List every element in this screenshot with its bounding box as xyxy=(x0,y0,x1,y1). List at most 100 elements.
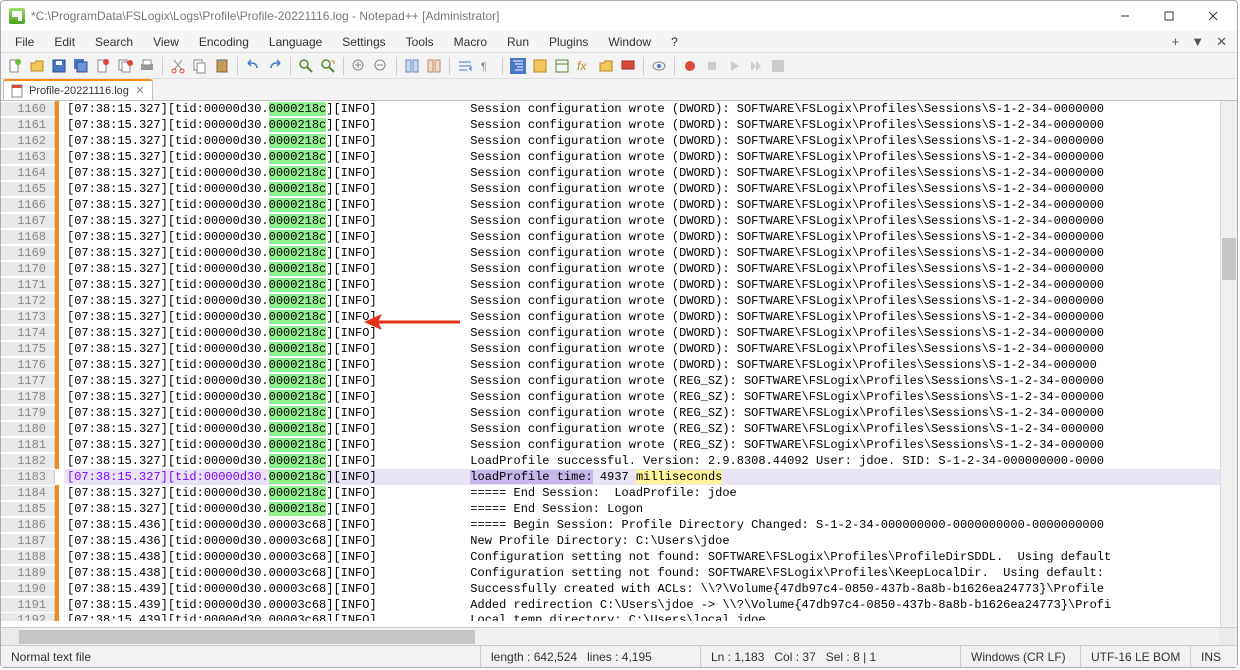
log-line[interactable]: 1176[07:38:15.327][tid:00000d30.0000218c… xyxy=(1,357,1237,373)
line-number: 1172 xyxy=(1,294,55,308)
tab-close-icon[interactable]: ✕ xyxy=(134,85,146,97)
paste-icon[interactable] xyxy=(212,56,232,76)
menu-window[interactable]: Window xyxy=(598,33,661,51)
horizontal-scrollbar[interactable] xyxy=(1,627,1237,645)
word-wrap-icon[interactable] xyxy=(455,56,475,76)
log-line[interactable]: 1168[07:38:15.327][tid:00000d30.0000218c… xyxy=(1,229,1237,245)
line-number: 1184 xyxy=(1,486,55,500)
menu-[interactable]: ? xyxy=(661,33,688,51)
log-line[interactable]: 1170[07:38:15.327][tid:00000d30.0000218c… xyxy=(1,261,1237,277)
log-line[interactable]: 1167[07:38:15.327][tid:00000d30.0000218c… xyxy=(1,213,1237,229)
file-tab[interactable]: Profile-20221116.log ✕ xyxy=(3,79,153,100)
play-icon[interactable] xyxy=(724,56,744,76)
replace-icon[interactable] xyxy=(318,56,338,76)
close-button[interactable] xyxy=(1191,2,1235,30)
maximize-button[interactable] xyxy=(1147,2,1191,30)
line-number: 1182 xyxy=(1,454,55,468)
doc-map-icon[interactable] xyxy=(552,56,572,76)
folder-icon[interactable] xyxy=(596,56,616,76)
zoom-out-icon[interactable] xyxy=(371,56,391,76)
log-line[interactable]: 1189[07:38:15.438][tid:00000d30.00003c68… xyxy=(1,565,1237,581)
zoom-in-icon[interactable] xyxy=(349,56,369,76)
save-macro-icon[interactable] xyxy=(768,56,788,76)
line-content: [07:38:15.327][tid:00000d30.0000218c][IN… xyxy=(65,134,1237,148)
log-line[interactable]: 1171[07:38:15.327][tid:00000d30.0000218c… xyxy=(1,277,1237,293)
new-file-icon[interactable] xyxy=(5,56,25,76)
sync-scroll-icon[interactable] xyxy=(402,56,422,76)
menu-search[interactable]: Search xyxy=(85,33,143,51)
save-icon[interactable] xyxy=(49,56,69,76)
log-line[interactable]: 1186[07:38:15.436][tid:00000d30.00003c68… xyxy=(1,517,1237,533)
log-line[interactable]: 1174[07:38:15.327][tid:00000d30.0000218c… xyxy=(1,325,1237,341)
log-line[interactable]: 1173[07:38:15.327][tid:00000d30.0000218c… xyxy=(1,309,1237,325)
sync-scroll2-icon[interactable] xyxy=(424,56,444,76)
open-file-icon[interactable] xyxy=(27,56,47,76)
line-number: 1171 xyxy=(1,278,55,292)
line-content: [07:38:15.327][tid:00000d30.0000218c][IN… xyxy=(65,406,1237,420)
menu-tools[interactable]: Tools xyxy=(396,33,444,51)
line-number: 1183 xyxy=(1,470,55,484)
line-content: [07:38:15.438][tid:00000d30.00003c68][IN… xyxy=(65,550,1237,564)
toolbar: ¶ fx xyxy=(1,53,1237,79)
find-icon[interactable] xyxy=(296,56,316,76)
menu-plus-icon[interactable]: + xyxy=(1166,34,1186,49)
log-line[interactable]: 1163[07:38:15.327][tid:00000d30.0000218c… xyxy=(1,149,1237,165)
log-line[interactable]: 1191[07:38:15.439][tid:00000d30.00003c68… xyxy=(1,597,1237,613)
log-line[interactable]: 1162[07:38:15.327][tid:00000d30.0000218c… xyxy=(1,133,1237,149)
save-all-icon[interactable] xyxy=(71,56,91,76)
log-line[interactable]: 1182[07:38:15.327][tid:00000d30.0000218c… xyxy=(1,453,1237,469)
log-line[interactable]: 1192[07:38:15.439][tid:00000d30.00003c68… xyxy=(1,613,1237,621)
record-icon[interactable] xyxy=(680,56,700,76)
log-line[interactable]: 1179[07:38:15.327][tid:00000d30.0000218c… xyxy=(1,405,1237,421)
editor[interactable]: 1160[07:38:15.327][tid:00000d30.0000218c… xyxy=(1,101,1237,645)
eye-icon[interactable] xyxy=(649,56,669,76)
log-line[interactable]: 1184[07:38:15.327][tid:00000d30.0000218c… xyxy=(1,485,1237,501)
close-all-icon[interactable] xyxy=(115,56,135,76)
menu-dropdown-icon[interactable]: ▼ xyxy=(1185,34,1210,49)
menu-view[interactable]: View xyxy=(143,33,189,51)
menu-settings[interactable]: Settings xyxy=(332,33,395,51)
lang-icon[interactable] xyxy=(530,56,550,76)
menu-language[interactable]: Language xyxy=(259,33,332,51)
log-line[interactable]: 1169[07:38:15.327][tid:00000d30.0000218c… xyxy=(1,245,1237,261)
log-line[interactable]: 1177[07:38:15.327][tid:00000d30.0000218c… xyxy=(1,373,1237,389)
log-line[interactable]: 1172[07:38:15.327][tid:00000d30.0000218c… xyxy=(1,293,1237,309)
line-number: 1180 xyxy=(1,422,55,436)
log-line[interactable]: 1185[07:38:15.327][tid:00000d30.0000218c… xyxy=(1,501,1237,517)
menu-plugins[interactable]: Plugins xyxy=(539,33,598,51)
log-line[interactable]: 1187[07:38:15.436][tid:00000d30.00003c68… xyxy=(1,533,1237,549)
log-line[interactable]: 1165[07:38:15.327][tid:00000d30.0000218c… xyxy=(1,181,1237,197)
menu-file[interactable]: File xyxy=(5,33,44,51)
copy-icon[interactable] xyxy=(190,56,210,76)
playfast-icon[interactable] xyxy=(746,56,766,76)
minimize-button[interactable] xyxy=(1103,2,1147,30)
log-line[interactable]: 1190[07:38:15.439][tid:00000d30.00003c68… xyxy=(1,581,1237,597)
log-line[interactable]: 1178[07:38:15.327][tid:00000d30.0000218c… xyxy=(1,389,1237,405)
log-line[interactable]: 1183[07:38:15.327][tid:00000d30.0000218c… xyxy=(1,469,1237,485)
close-file-icon[interactable] xyxy=(93,56,113,76)
undo-icon[interactable] xyxy=(243,56,263,76)
menu-run[interactable]: Run xyxy=(497,33,539,51)
func-list-icon[interactable]: fx xyxy=(574,56,594,76)
monitor-icon[interactable] xyxy=(618,56,638,76)
change-marker xyxy=(55,549,65,565)
stop-icon[interactable] xyxy=(702,56,722,76)
vertical-scrollbar[interactable] xyxy=(1220,101,1237,627)
log-line[interactable]: 1188[07:38:15.438][tid:00000d30.00003c68… xyxy=(1,549,1237,565)
all-chars-icon[interactable]: ¶ xyxy=(477,56,497,76)
redo-icon[interactable] xyxy=(265,56,285,76)
menu-close-icon[interactable]: ✕ xyxy=(1210,34,1233,50)
log-line[interactable]: 1161[07:38:15.327][tid:00000d30.0000218c… xyxy=(1,117,1237,133)
menu-edit[interactable]: Edit xyxy=(44,33,85,51)
print-icon[interactable] xyxy=(137,56,157,76)
log-line[interactable]: 1164[07:38:15.327][tid:00000d30.0000218c… xyxy=(1,165,1237,181)
cut-icon[interactable] xyxy=(168,56,188,76)
log-line[interactable]: 1180[07:38:15.327][tid:00000d30.0000218c… xyxy=(1,421,1237,437)
log-line[interactable]: 1166[07:38:15.327][tid:00000d30.0000218c… xyxy=(1,197,1237,213)
indent-guide-icon[interactable] xyxy=(508,56,528,76)
menu-macro[interactable]: Macro xyxy=(444,33,497,51)
log-line[interactable]: 1181[07:38:15.327][tid:00000d30.0000218c… xyxy=(1,437,1237,453)
log-line[interactable]: 1160[07:38:15.327][tid:00000d30.0000218c… xyxy=(1,101,1237,117)
log-line[interactable]: 1175[07:38:15.327][tid:00000d30.0000218c… xyxy=(1,341,1237,357)
menu-encoding[interactable]: Encoding xyxy=(189,33,259,51)
